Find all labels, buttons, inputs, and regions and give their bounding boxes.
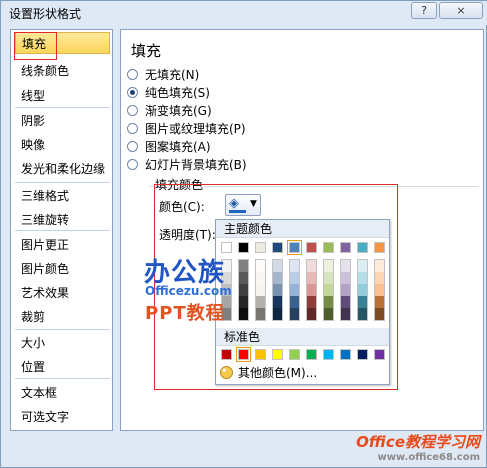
theme-colors-header: 主题颜色	[216, 220, 389, 238]
sidebar-item[interactable]: 三维旋转	[15, 209, 110, 231]
sidebar-item[interactable]: 大小	[15, 332, 110, 354]
sidebar-divider	[15, 329, 110, 330]
color-wheel-icon	[220, 366, 233, 379]
corner-watermark-title: Office教程学习网	[356, 433, 480, 451]
theme-color-shades[interactable]	[238, 259, 249, 321]
theme-color-swatch[interactable]	[287, 240, 302, 255]
sidebar-item[interactable]: 图片颜色	[15, 258, 110, 280]
corner-watermark: Office教程学习网 www.office68.com	[356, 431, 480, 463]
standard-color-swatch[interactable]	[323, 349, 334, 360]
sidebar-item[interactable]: 可选文字	[15, 406, 110, 428]
sidebar-item[interactable]: 映像	[15, 134, 110, 156]
dialog-title: 设置形状格式	[9, 7, 82, 21]
theme-color-shades[interactable]	[306, 259, 317, 321]
theme-color-shades[interactable]	[374, 259, 385, 321]
sidebar-item[interactable]: 裁剪	[15, 306, 110, 328]
sidebar-item[interactable]: 阴影	[15, 110, 110, 132]
sidebar-item[interactable]: 艺术效果	[15, 282, 110, 304]
standard-color-swatch[interactable]	[236, 347, 251, 362]
standard-color-swatch[interactable]	[306, 349, 317, 360]
sidebar-divider	[15, 230, 110, 231]
sidebar-divider	[15, 107, 110, 108]
theme-color-shades[interactable]	[357, 259, 368, 321]
theme-color-swatch[interactable]	[272, 242, 283, 253]
standard-color-swatch[interactable]	[272, 349, 283, 360]
sidebar-item[interactable]: 发光和柔化边缘	[15, 158, 110, 180]
radio-button[interactable]	[127, 69, 138, 80]
radio-button[interactable]	[127, 159, 138, 170]
sidebar-item[interactable]: 线条颜色	[15, 60, 110, 82]
standard-color-swatch[interactable]	[289, 349, 300, 360]
theme-color-shades[interactable]	[340, 259, 351, 321]
fill-option-label: 纯色填充(S)	[145, 86, 210, 100]
title-bar: 设置形状格式 ? ×	[1, 1, 487, 25]
standard-colors-header: 标准色	[216, 328, 389, 346]
standard-color-swatch[interactable]	[221, 349, 232, 360]
sidebar-item[interactable]: 位置	[15, 356, 110, 378]
theme-color-swatch[interactable]	[306, 242, 317, 253]
fill-option-label: 幻灯片背景填充(B)	[145, 158, 247, 172]
color-palette-popup: 主题颜色 标准色 其他颜色(M)...	[215, 219, 390, 385]
fill-option[interactable]: 幻灯片背景填充(B)	[127, 156, 247, 174]
standard-color-swatch[interactable]	[255, 349, 266, 360]
fill-option-label: 无填充(N)	[145, 68, 200, 82]
sidebar-item[interactable]: 文本框	[15, 382, 110, 404]
theme-color-swatch[interactable]	[340, 242, 351, 253]
watermark-label: PPT教程	[145, 303, 225, 324]
radio-button[interactable]	[127, 123, 138, 134]
sidebar-divider	[15, 378, 110, 379]
panel-heading: 填充	[131, 42, 162, 60]
help-button[interactable]: ?	[411, 2, 437, 19]
standard-color-swatch[interactable]	[374, 349, 385, 360]
fill-option[interactable]: 无填充(N)	[127, 66, 199, 84]
watermark-site: Officezu.com	[145, 284, 232, 298]
fill-option[interactable]: 图片或纹理填充(P)	[127, 120, 246, 138]
theme-color-swatch[interactable]	[323, 242, 334, 253]
sidebar-item[interactable]: 图片更正	[15, 234, 110, 256]
standard-color-swatch[interactable]	[340, 349, 351, 360]
fill-option[interactable]: 渐变填充(G)	[127, 102, 212, 120]
sidebar-item[interactable]: 三维格式	[15, 185, 110, 207]
sidebar-item[interactable]: 线型	[15, 85, 110, 107]
fill-option-label: 图片或纹理填充(P)	[145, 122, 246, 136]
theme-color-swatch[interactable]	[357, 242, 368, 253]
standard-color-swatch[interactable]	[357, 349, 368, 360]
corner-watermark-url: www.office68.com	[377, 452, 480, 463]
fill-option-label: 渐变填充(G)	[145, 104, 212, 118]
theme-color-shades[interactable]	[272, 259, 283, 321]
radio-button[interactable]	[127, 105, 138, 116]
theme-color-swatch[interactable]	[238, 242, 249, 253]
fill-option[interactable]: 纯色填充(S)	[127, 84, 210, 102]
fill-option-label: 图案填充(A)	[145, 140, 211, 154]
sidebar-divider	[15, 182, 110, 183]
theme-color-shades[interactable]	[289, 259, 300, 321]
theme-color-swatch[interactable]	[255, 242, 266, 253]
more-colors-label: 其他颜色(M)...	[238, 366, 318, 380]
fill-option[interactable]: 图案填充(A)	[127, 138, 211, 156]
highlight-box-fill-tab	[14, 32, 57, 60]
close-button[interactable]: ×	[439, 2, 483, 19]
format-shape-dialog: 设置形状格式 ? × 填充 线条颜色 线型 阴影 映像 发光和柔化边缘 三维格式 三维旋转 图片…	[0, 0, 487, 468]
radio-button[interactable]	[127, 87, 138, 98]
more-colors-item[interactable]: 其他颜色(M)...	[220, 365, 317, 381]
category-sidebar: 填充 线条颜色 线型 阴影 映像 发光和柔化边缘 三维格式 三维旋转 图片更正 图片颜色 艺术效果裁…	[10, 29, 113, 431]
radio-button[interactable]	[127, 141, 138, 152]
theme-color-shades[interactable]	[323, 259, 334, 321]
theme-color-swatch[interactable]	[374, 242, 385, 253]
theme-color-shades[interactable]	[255, 259, 266, 321]
